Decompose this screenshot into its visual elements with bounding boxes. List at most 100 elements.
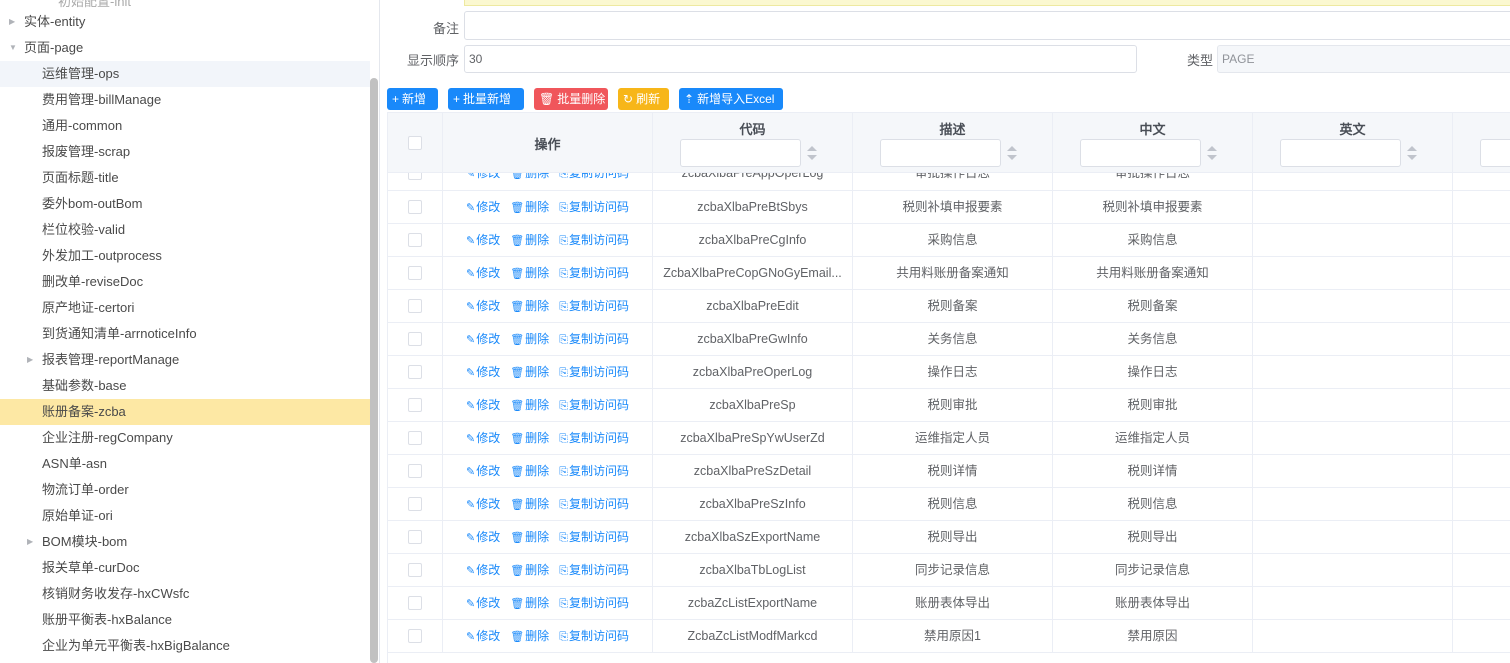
delete-link[interactable]: 🗑删除 bbox=[510, 233, 549, 247]
tree-item[interactable]: 账册平衡表-hxBalance bbox=[0, 607, 370, 633]
code-sort-icon[interactable] bbox=[807, 146, 817, 160]
table-row[interactable]: ✎修改🗑删除⎘复制访问码zcbaXlbaPreEdit税则备案税则备案Xác c bbox=[388, 290, 1510, 323]
delete-link[interactable]: 🗑删除 bbox=[510, 332, 549, 346]
tree-item[interactable]: 基础参数-base bbox=[0, 373, 370, 399]
copy-code-link[interactable]: ⎘复制访问码 bbox=[559, 398, 629, 412]
row-checkbox[interactable] bbox=[408, 431, 422, 445]
tree-item[interactable]: 通用-common bbox=[0, 113, 370, 139]
delete-link[interactable]: 🗑删除 bbox=[510, 563, 549, 577]
table-row[interactable]: ✎修改 🗑删除 ⎘复制访问码 ZcbaZcListModfMarkcd 禁用原因1 禁用原… bbox=[388, 620, 1510, 653]
caret-right-icon[interactable]: ▶ bbox=[27, 347, 37, 373]
delete-link[interactable]: 🗑删除 bbox=[510, 497, 549, 511]
table-row[interactable]: ✎修改 🗑删除 ⎘复制访问码 zcbaXlbaPreBtSbys 税则补填申报要素 税则补… bbox=[388, 191, 1510, 224]
table-row[interactable]: ✎修改 🗑删除 ⎘复制访问码 zcbaZcListExportName 账册表体导出 账册… bbox=[388, 587, 1510, 620]
batch-add-button[interactable]: + 批量新增 bbox=[448, 88, 524, 110]
edit-link[interactable]: ✎修改 bbox=[466, 431, 500, 445]
delete-link[interactable]: 🗑删除 bbox=[510, 431, 549, 445]
edit-link[interactable]: ✎修改 bbox=[466, 365, 500, 379]
tree-item[interactable]: 委外bom-outBom bbox=[0, 191, 370, 217]
table-row[interactable]: ✎修改🗑删除⎘复制访问码zcbaXlbaPreCgInfo采购信息采购信息Th bbox=[388, 224, 1510, 257]
edit-link[interactable]: ✎修改 bbox=[466, 398, 500, 412]
row-checkbox[interactable] bbox=[408, 629, 422, 643]
delete-link[interactable]: 🗑删除 bbox=[510, 365, 549, 379]
edit-link[interactable]: ✎修改 bbox=[466, 332, 500, 346]
copy-code-link[interactable]: ⎘复制访问码 bbox=[559, 629, 629, 643]
tree-item[interactable]: 外发加工-outprocess bbox=[0, 243, 370, 269]
table-row[interactable]: ✎修改🗑删除⎘复制访问码zcbaXlbaPreOperLog操作日志操作日志N bbox=[388, 356, 1510, 389]
caret-right-icon[interactable]: ▶ bbox=[9, 9, 19, 35]
tree-item[interactable]: 原始单证-ori bbox=[0, 503, 370, 529]
row-checkbox[interactable] bbox=[408, 173, 422, 180]
copy-code-link[interactable]: ⎘复制访问码 bbox=[559, 200, 629, 214]
tree-item[interactable]: ▶ 实体-entity bbox=[0, 9, 370, 35]
copy-code-link[interactable]: ⎘复制访问码 bbox=[559, 173, 629, 180]
order-input[interactable]: 30 bbox=[464, 45, 1137, 73]
row-checkbox[interactable] bbox=[408, 596, 422, 610]
copy-code-link[interactable]: ⎘复制访问码 bbox=[559, 563, 629, 577]
delete-link[interactable]: 🗑删除 bbox=[510, 398, 549, 412]
tree-item[interactable]: ▶ BOM模块-bom bbox=[0, 529, 370, 555]
sidebar-scrollbar[interactable] bbox=[370, 78, 378, 663]
row-checkbox[interactable] bbox=[408, 563, 422, 577]
desc-filter-input[interactable] bbox=[880, 139, 1001, 167]
zh-filter-input[interactable] bbox=[1080, 139, 1201, 167]
row-checkbox[interactable] bbox=[408, 266, 422, 280]
edit-link[interactable]: ✎修改 bbox=[466, 299, 500, 313]
table-row[interactable]: ✎修改🗑删除⎘复制访问码zcbaXlbaPreGwInfo关务信息关务信息Th bbox=[388, 323, 1510, 356]
copy-code-link[interactable]: ⎘复制访问码 bbox=[559, 299, 629, 313]
edit-link[interactable]: ✎修改 bbox=[466, 497, 500, 511]
edit-link[interactable]: ✎修改 bbox=[466, 563, 500, 577]
import-excel-button[interactable]: ⇡ 新增导入Excel bbox=[679, 88, 783, 110]
row-checkbox[interactable] bbox=[408, 233, 422, 247]
tree-item[interactable]: 物流订单-order bbox=[0, 477, 370, 503]
tree-item[interactable]: 原产地证-certori bbox=[0, 295, 370, 321]
select-all-checkbox[interactable] bbox=[408, 136, 422, 150]
delete-link[interactable]: 🗑删除 bbox=[510, 266, 549, 280]
zh-sort-icon[interactable] bbox=[1207, 146, 1217, 160]
tree-item[interactable]: 运维管理-ops bbox=[0, 61, 370, 87]
row-checkbox[interactable] bbox=[408, 200, 422, 214]
delete-link[interactable]: 🗑删除 bbox=[510, 299, 549, 313]
code-filter-input[interactable] bbox=[680, 139, 801, 167]
row-checkbox[interactable] bbox=[408, 464, 422, 478]
table-row[interactable]: ✎修改🗑删除⎘复制访问码zcbaXlbaPreSzDetail税则详情税则详情C bbox=[388, 455, 1510, 488]
tree-item[interactable]: 账册备案-zcba bbox=[0, 399, 370, 425]
tree-item[interactable]: ▶ 报表管理-reportManage bbox=[0, 347, 370, 373]
tree-item[interactable]: 企业注册-regCompany bbox=[0, 425, 370, 451]
table-row[interactable]: ✎修改🗑删除⎘复制访问码zcbaXlbaPreSzInfo税则信息税则信息T bbox=[388, 488, 1510, 521]
copy-code-link[interactable]: ⎘复制访问码 bbox=[559, 497, 629, 511]
tree-item[interactable]: 到货通知清单-arrnoticeInfo bbox=[0, 321, 370, 347]
copy-code-link[interactable]: ⎘复制访问码 bbox=[559, 233, 629, 247]
delete-link[interactable]: 🗑删除 bbox=[510, 200, 549, 214]
row-checkbox[interactable] bbox=[408, 398, 422, 412]
table-row[interactable]: ✎修改 🗑删除 ⎘复制访问码 ZcbaXlbaPreCopGNoGyEmail... 共… bbox=[388, 257, 1510, 290]
row-checkbox[interactable] bbox=[408, 497, 422, 511]
extra-filter-input[interactable] bbox=[1480, 139, 1510, 167]
tree-item[interactable]: ▼ 页面-page bbox=[0, 35, 370, 61]
tree-item[interactable]: 报关草单-curDoc bbox=[0, 555, 370, 581]
batch-delete-button[interactable]: 🗑 批量删除 bbox=[534, 88, 608, 110]
edit-link[interactable]: ✎修改 bbox=[466, 200, 500, 214]
tree-item[interactable]: 核销财务收发存-hxCWsfc bbox=[0, 581, 370, 607]
tree-item[interactable]: 报废管理-scrap bbox=[0, 139, 370, 165]
add-button[interactable]: + 新增 bbox=[387, 88, 438, 110]
table-row[interactable]: ✎修改 🗑删除 ⎘复制访问码 zcbaXlbaTbLogList 同步记录信息 同步记录信… bbox=[388, 554, 1510, 587]
table-row[interactable]: ✎修改 🗑删除 ⎘复制访问码 zcbaXlbaPreSpYwUserZd 运维指定人员运… bbox=[388, 422, 1510, 455]
copy-code-link[interactable]: ⎘复制访问码 bbox=[559, 365, 629, 379]
edit-link[interactable]: ✎修改 bbox=[466, 233, 500, 247]
caret-right-icon[interactable]: ▶ bbox=[27, 529, 37, 555]
copy-code-link[interactable]: ⎘复制访问码 bbox=[559, 332, 629, 346]
tree-item[interactable]: 企业为单元平衡表-hxBigBalance bbox=[0, 633, 370, 659]
delete-link[interactable]: 🗑删除 bbox=[510, 173, 549, 180]
en-filter-input[interactable] bbox=[1280, 139, 1401, 167]
copy-code-link[interactable]: ⎘复制访问码 bbox=[559, 596, 629, 610]
en-sort-icon[interactable] bbox=[1407, 146, 1417, 160]
edit-link[interactable]: ✎修改 bbox=[466, 173, 500, 180]
row-checkbox[interactable] bbox=[408, 299, 422, 313]
row-checkbox[interactable] bbox=[408, 530, 422, 544]
table-row[interactable]: ✎修改 🗑删除 ⎘复制访问码 zcbaXlbaSzExportName 税则导出 税则导出… bbox=[388, 521, 1510, 554]
copy-code-link[interactable]: ⎘复制访问码 bbox=[559, 266, 629, 280]
tree-item[interactable]: ASN单-asn bbox=[0, 451, 370, 477]
table-row-partial[interactable]: ✎修改 🗑删除 ⎘复制访问码 zcbaXlbaPreAppOperLog 审批操作日志审… bbox=[388, 173, 1510, 191]
desc-sort-icon[interactable] bbox=[1007, 146, 1017, 160]
